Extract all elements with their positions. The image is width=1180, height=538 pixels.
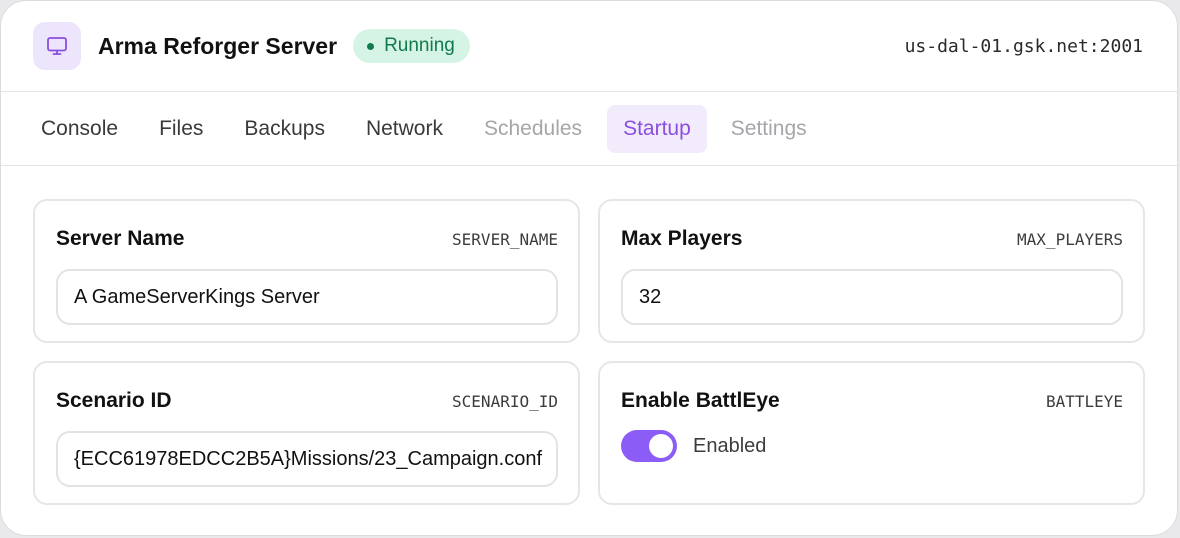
startup-variables-grid: Server Name SERVER_NAME Max Players MAX_… [33, 199, 1145, 505]
scenario-id-input[interactable]: {ECC61978EDCC2B5A}Missions/23_Campaign.c… [56, 431, 558, 487]
toggle-knob [649, 434, 673, 458]
tab-schedules[interactable]: Schedules [464, 105, 602, 153]
server-card: Arma Reforger Server Running us-dal-01.g… [0, 0, 1178, 536]
tab-network[interactable]: Network [346, 105, 463, 153]
battleye-toggle[interactable] [621, 430, 677, 462]
battleye-card: Enable BattlEye BATTLEYE Enabled [598, 361, 1145, 505]
field-label: Enable BattlEye [621, 389, 780, 412]
status-badge: Running [353, 29, 470, 63]
server-name-input[interactable] [56, 269, 558, 325]
server-name-card: Server Name SERVER_NAME [33, 199, 580, 343]
field-label: Server Name [56, 227, 185, 250]
max-players-card: Max Players MAX_PLAYERS [598, 199, 1145, 343]
status-dot-icon [367, 42, 375, 50]
scenario-id-card: Scenario ID SCENARIO_ID {ECC61978EDCC2B5… [33, 361, 580, 505]
tab-console[interactable]: Console [21, 105, 138, 153]
tab-startup[interactable]: Startup [607, 104, 707, 153]
tab-backups[interactable]: Backups [224, 105, 345, 153]
tab-settings[interactable]: Settings [711, 105, 827, 153]
field-label: Max Players [621, 227, 743, 250]
field-label: Scenario ID [56, 389, 172, 412]
tab-bar: Console Files Backups Network Schedules … [1, 92, 1177, 166]
env-variable-name: SCENARIO_ID [452, 391, 558, 411]
page-title: Arma Reforger Server [98, 32, 338, 59]
env-variable-name: BATTLEYE [1045, 391, 1123, 411]
monitor-icon [33, 22, 81, 70]
server-address: us-dal-01.gsk.net:2001 [904, 35, 1143, 57]
server-header: Arma Reforger Server Running us-dal-01.g… [1, 1, 1177, 92]
max-players-input[interactable] [621, 269, 1123, 325]
env-variable-name: MAX_PLAYERS [1017, 229, 1123, 249]
status-text: Running [384, 35, 455, 56]
toggle-label: Enabled [693, 434, 767, 457]
env-variable-name: SERVER_NAME [452, 229, 558, 249]
tab-files[interactable]: Files [139, 105, 223, 153]
